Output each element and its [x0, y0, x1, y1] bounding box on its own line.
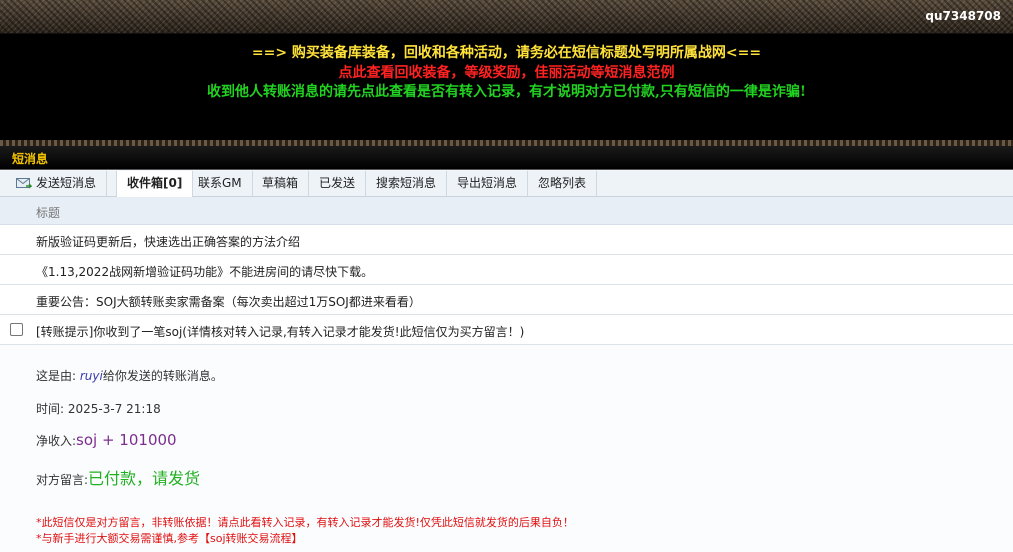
message-tabs: 发送短消息 收件箱[0] 联系GM 草稿箱 已发送 搜索短消息 导出短消息 忽略…: [0, 171, 1013, 198]
tab-ignore-list[interactable]: 忽略列表: [528, 171, 598, 197]
warning-transfer-proof[interactable]: *此短信仅是对方留言，非转账依据！请点此看转入记录，有转入记录才能发货!仅凭此短…: [36, 514, 574, 530]
column-title-header: 标题: [36, 206, 61, 220]
message-title[interactable]: 《1.13,2022战网新增验证码功能》不能进房间的请尽快下载。: [36, 263, 373, 280]
net-income-label: 净收入:: [36, 434, 77, 448]
sender-suffix: 给你发送的转账消息。: [102, 369, 223, 383]
tab-send-message[interactable]: 发送短消息: [6, 171, 108, 197]
notice-panel: ==> 购买装备库装备，回收和各种活动，请务必在短信标题处写明所属战网<== 点…: [0, 34, 1013, 140]
tab-export-messages[interactable]: 导出短消息: [447, 171, 529, 197]
buyer-message-value: 已付款，请发货: [88, 469, 201, 488]
tab-contact-gm[interactable]: 联系GM: [188, 171, 253, 197]
section-title: 短消息: [12, 152, 49, 166]
tab-sent[interactable]: 已发送: [309, 171, 367, 197]
notice-link-examples[interactable]: 点此查看回收装备，等级奖励，佳丽活动等短消息范例: [0, 62, 1013, 82]
net-income-line: 净收入:soj + 101000: [36, 431, 177, 449]
tab-send-message-label: 发送短消息: [36, 176, 97, 190]
message-row[interactable]: [转账提示]你收到了一笔soj(详情核对转入记录,有转入记录才能发货!此短信仅为…: [0, 315, 1013, 345]
notice-line-purchase: ==> 购买装备库装备，回收和各种活动，请务必在短信标题处写明所属战网<==: [251, 45, 762, 61]
time-label: 时间:: [36, 402, 65, 416]
message-detail: 这是由: ruyi给你发送的转账消息。 时间: 2025-3-7 21:18 净…: [0, 345, 1013, 552]
time-line: 时间: 2025-3-7 21:18: [36, 400, 161, 417]
username-label[interactable]: qu7348708: [925, 9, 1001, 23]
message-row[interactable]: 重要公告：SOJ大额转账卖家需备案（每次卖出超过1万SOJ都进来看看）: [0, 285, 1013, 315]
tab-search-messages[interactable]: 搜索短消息: [366, 171, 448, 197]
mail-send-icon: [16, 178, 32, 189]
list-header: 标题: [0, 197, 1013, 225]
message-select-checkbox[interactable]: [10, 323, 23, 336]
top-banner: qu7348708: [0, 0, 1013, 34]
notice-link-transfer-check[interactable]: 收到他人转账消息的请先点此查看是否有转入记录，有才说明对方已付款,只有短信的一律…: [0, 81, 1013, 101]
buyer-message-line: 对方留言:已付款，请发货: [36, 465, 200, 489]
warning-newbie-trade[interactable]: *与新手进行大额交易需谨慎,参考【soj转账交易流程】: [36, 530, 303, 546]
sender-line: 这是由: ruyi给你发送的转账消息。: [36, 367, 223, 384]
message-row[interactable]: 新版验证码更新后，快速选出正确答案的方法介绍: [0, 225, 1013, 255]
message-title[interactable]: [转账提示]你收到了一笔soj(详情核对转入记录,有转入记录才能发货!此短信仅为…: [36, 323, 524, 340]
tab-drafts[interactable]: 草稿箱: [252, 171, 310, 197]
section-header: 短消息: [0, 146, 1013, 170]
net-income-value: soj + 101000: [76, 431, 177, 449]
sender-prefix: 这是由:: [36, 369, 77, 383]
sender-name[interactable]: ruyi: [80, 369, 103, 383]
message-title[interactable]: 重要公告：SOJ大额转账卖家需备案（每次卖出超过1万SOJ都进来看看）: [36, 293, 421, 310]
buyer-message-label: 对方留言:: [36, 473, 89, 487]
tab-inbox[interactable]: 收件箱[0]: [116, 171, 194, 198]
time-value: 2025-3-7 21:18: [67, 402, 161, 416]
message-title[interactable]: 新版验证码更新后，快速选出正确答案的方法介绍: [36, 233, 300, 250]
message-row[interactable]: 《1.13,2022战网新增验证码功能》不能进房间的请尽快下载。: [0, 255, 1013, 285]
